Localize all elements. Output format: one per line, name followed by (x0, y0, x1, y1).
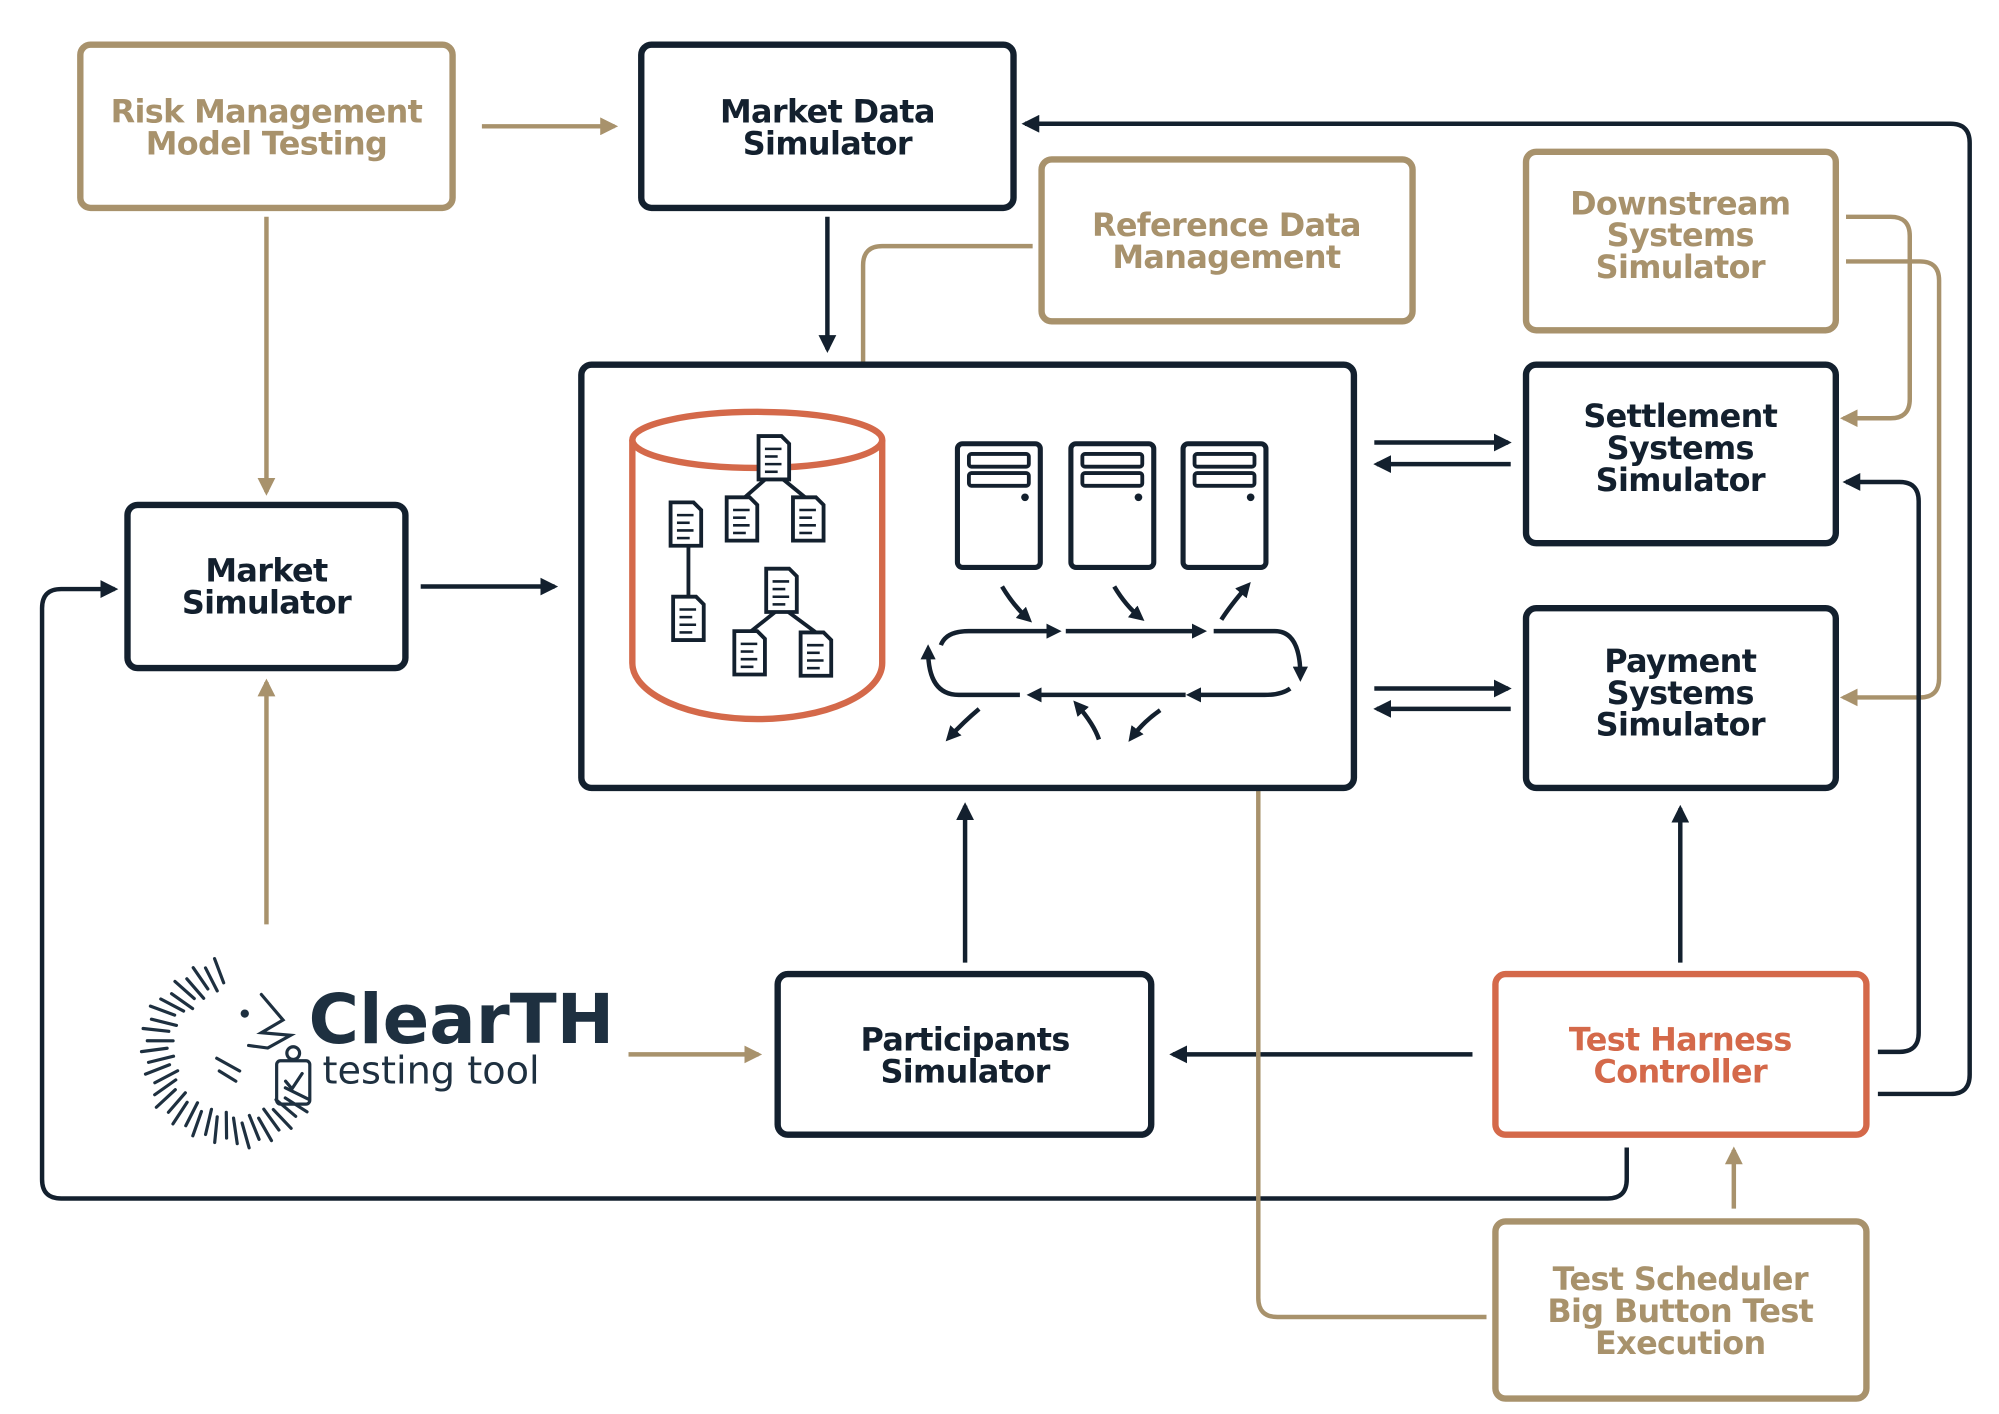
hedgehog-spike (257, 1116, 274, 1143)
node-test-scheduler[interactable]: Test Scheduler Big Button Test Execution (1492, 1218, 1870, 1402)
svg-text:ParticipantsSimulator: Participants Simulator (860, 1021, 1069, 1091)
node-payment-systems-simulator[interactable]: Payment Systems Simulator (1522, 605, 1840, 792)
svg-text:Test HarnessController: Test Harness Controller (1569, 1021, 1792, 1091)
node-settlement-systems-simulator[interactable]: Settlement Systems Simulator (1522, 361, 1840, 547)
node-participants-simulator[interactable]: Participants Simulator (774, 970, 1155, 1138)
node-label: Simulator (743, 124, 913, 162)
node-label: Simulator (880, 1052, 1050, 1090)
hedgehog-spike (231, 1116, 239, 1146)
hedgehog-spike (184, 1101, 200, 1128)
document-icon (732, 629, 767, 677)
node-label: Simulator (1596, 461, 1766, 499)
node-label: Execution (1595, 1324, 1765, 1362)
svg-text:Risk ManagementModel Testing: Risk Management Model Testing (111, 92, 423, 162)
server-icon (1180, 441, 1269, 570)
document-icon (668, 500, 704, 548)
hedgehog-spike (191, 1109, 204, 1138)
core-system-box (578, 361, 1358, 792)
document-icon (671, 594, 706, 642)
hedgehog-spike (139, 1046, 169, 1054)
node-market-simulator[interactable]: Market Simulator (124, 501, 409, 672)
svg-text:Reference DataManagement: Reference Data Management (1092, 206, 1361, 276)
node-label: Simulator (1596, 706, 1766, 744)
node-reference-data-management[interactable]: Reference Data Management (1038, 156, 1416, 325)
arrow-harness-to-settlement (1842, 473, 1921, 1055)
hedgehog-spike (149, 1017, 179, 1028)
hedgehog-with-lantern-icon (139, 957, 312, 1150)
node-label: Management (1112, 238, 1341, 276)
hedgehog-spike (213, 1115, 219, 1145)
logo-name: ClearTH (309, 980, 615, 1060)
logo-tagline: testing tool (323, 1050, 540, 1094)
cleart-architecture-diagram: Risk Management Model Testing Market Data… (39, 41, 1972, 1402)
document-icon (798, 630, 834, 678)
node-market-data-simulator[interactable]: Market Data Simulator (638, 41, 1017, 212)
node-label: Simulator (1596, 248, 1766, 286)
hedgehog-spike (240, 1121, 251, 1150)
node-downstream-systems-simulator[interactable]: Downstream Systems Simulator (1522, 148, 1840, 334)
server-icon (954, 441, 1043, 570)
hedgehog-spike (283, 1086, 311, 1101)
server-group (954, 441, 1269, 570)
hedgehog-spike (143, 1063, 172, 1076)
hedgehog-spike (146, 1054, 176, 1064)
node-label: Model Testing (146, 124, 387, 162)
document-icon (791, 495, 826, 543)
node-label: Controller (1593, 1052, 1767, 1090)
hedgehog-spike (141, 1026, 171, 1033)
svg-text:PaymentSystemsSimulator: Payment Systems Simulator (1596, 642, 1766, 744)
svg-text:MarketSimulator: Market Simulator (182, 551, 352, 621)
svg-text:SettlementSystemsSimulator: Settlement Systems Simulator (1583, 397, 1777, 499)
arrow-downstream-to-payment (1839, 259, 1942, 707)
svg-text:Market DataSimulator: Market Data Simulator (720, 92, 935, 162)
node-risk-management[interactable]: Risk Management Model Testing (77, 41, 456, 212)
hedgehog-spike (148, 1004, 177, 1017)
document-icon (724, 495, 760, 543)
hedgehog-spike (203, 1107, 214, 1137)
arrow-downstream-to-settlement (1839, 214, 1912, 428)
cleart-logo: ClearTH testing tool (139, 957, 615, 1150)
node-label: Simulator (182, 583, 352, 621)
document-icon (764, 566, 799, 614)
hedgehog-spike (212, 957, 226, 985)
document-icon (756, 434, 792, 482)
server-icon (1068, 441, 1157, 570)
node-test-harness-controller[interactable]: Test Harness Controller (1492, 970, 1870, 1138)
